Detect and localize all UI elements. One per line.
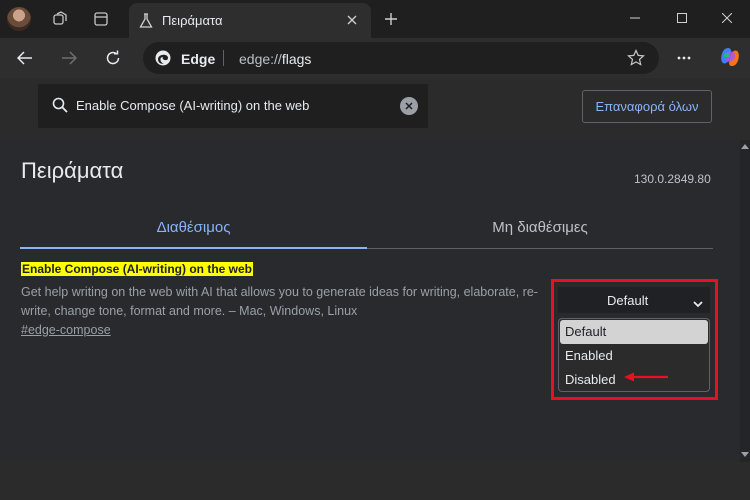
flags-page: Enable Compose (AI-writing) on the web Ε… (0, 78, 750, 500)
address-bar[interactable]: Edge edge://flags (143, 42, 659, 74)
refresh-icon (106, 50, 120, 65)
version-label: 130.0.2849.80 (634, 172, 711, 186)
tab-title: Πειράματα (162, 13, 223, 28)
omnibox-url: edge://flags (239, 51, 311, 67)
scroll-up-arrow-icon[interactable] (741, 144, 749, 149)
profile-avatar[interactable] (7, 7, 31, 31)
scrollbar[interactable] (740, 140, 750, 462)
option-default[interactable]: Default (560, 320, 708, 344)
tab-unavailable[interactable]: Μη διαθέσιμες (367, 205, 713, 249)
browser-window: Πειράματα Edge edge://flags Enable Compo… (0, 0, 750, 500)
copilot-icon[interactable] (718, 45, 742, 74)
minimize-button[interactable] (612, 4, 658, 32)
arrow-left-icon (17, 51, 32, 65)
close-tab-icon[interactable] (343, 11, 361, 29)
option-enabled[interactable]: Enabled (560, 344, 708, 368)
plus-icon (385, 13, 397, 25)
clear-search-icon[interactable] (400, 97, 418, 115)
forward-button[interactable] (56, 46, 82, 70)
page-title: Πειράματα (21, 158, 124, 183)
tab-flags[interactable]: Πειράματα (129, 3, 371, 38)
arrow-right-icon (62, 51, 77, 65)
tab-actions-icon[interactable] (90, 8, 112, 30)
footer-strip (0, 462, 750, 500)
search-value: Enable Compose (AI-writing) on the web (76, 98, 310, 113)
workspaces-icon[interactable] (49, 8, 71, 30)
flag-title: Enable Compose (AI-writing) on the web (21, 262, 254, 276)
tab-available[interactable]: Διαθέσιμος (20, 205, 367, 249)
active-tab-indicator (20, 247, 367, 249)
minimize-icon (630, 17, 640, 19)
chevron-down-icon (693, 296, 703, 311)
flask-icon (139, 13, 153, 34)
url-path: flags (281, 51, 312, 67)
search-icon (52, 97, 68, 118)
edge-logo-icon (155, 50, 171, 71)
maximize-button[interactable] (659, 4, 705, 32)
favorite-star-icon[interactable] (627, 49, 645, 72)
flag-description: Get help writing on the web with AI that… (21, 285, 538, 318)
close-window-button[interactable] (704, 4, 750, 32)
omnibox-divider (223, 50, 224, 66)
refresh-button[interactable] (100, 46, 126, 70)
omnibox-brand: Edge (181, 51, 216, 67)
url-scheme: edge:// (239, 51, 282, 67)
select-value: Default (607, 293, 649, 308)
title-bar: Πειράματα (0, 0, 750, 38)
flag-state-select[interactable]: Default (558, 287, 710, 313)
flags-header: Enable Compose (AI-writing) on the web Ε… (0, 78, 750, 140)
scroll-down-arrow-icon[interactable] (741, 452, 749, 457)
flag-permalink[interactable]: #edge-compose (21, 323, 111, 337)
back-button[interactable] (12, 46, 38, 70)
toolbar: Edge edge://flags (0, 38, 750, 78)
new-tab-button[interactable] (380, 8, 402, 30)
reset-all-button[interactable]: Επαναφορά όλων (582, 90, 712, 123)
more-options-icon[interactable] (676, 48, 692, 73)
maximize-icon (677, 13, 687, 23)
annotation-arrow-icon (624, 369, 670, 387)
close-icon (722, 13, 732, 23)
flags-search-input[interactable]: Enable Compose (AI-writing) on the web (38, 84, 428, 128)
